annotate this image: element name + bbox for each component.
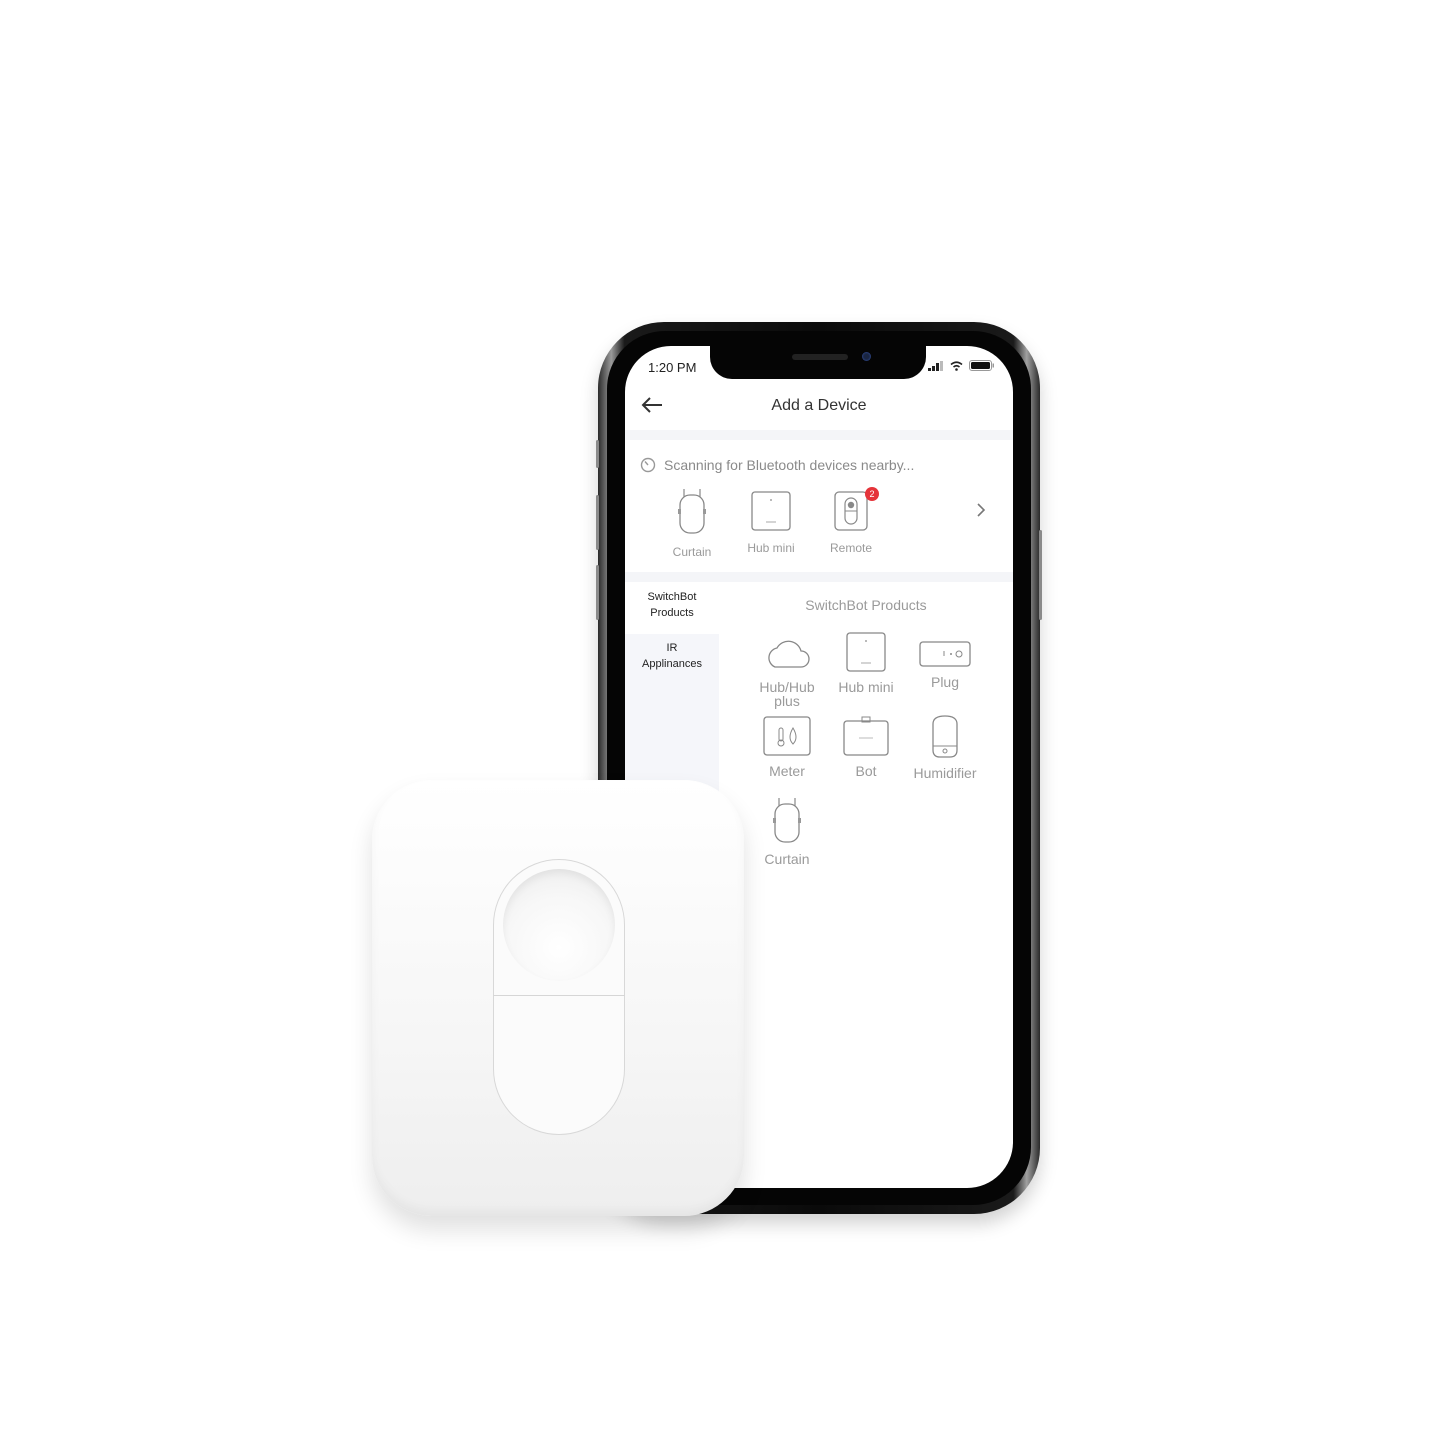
scanned-device-remote[interactable]: Remote 2: [816, 487, 886, 555]
remote-icon: [834, 491, 868, 531]
divider: [625, 572, 1013, 582]
scanned-device-curtain[interactable]: Curtain: [657, 487, 727, 559]
product-meter[interactable]: Meter: [748, 716, 826, 778]
product-label: Hub mini: [838, 679, 894, 695]
product-label: Hub/Hub: [759, 679, 815, 695]
tab-switchbot-products[interactable]: SwitchBot Products: [625, 582, 719, 634]
product-label: Bot: [855, 763, 877, 779]
curtain-icon: [678, 489, 706, 534]
volume-down-button: [596, 565, 599, 620]
signal-icon: [928, 360, 943, 371]
product-hub-plus[interactable]: Hub/Hub plus: [748, 636, 826, 708]
product-label: Meter: [769, 763, 805, 779]
tab-label: Applinances: [642, 658, 702, 670]
device-label: Hub mini: [747, 541, 795, 555]
remote-button-divider: [493, 995, 625, 996]
tab-ir-appliances[interactable]: IR Applinances: [625, 640, 719, 685]
divider: [625, 430, 1013, 440]
power-button: [1039, 530, 1042, 620]
scan-more-button[interactable]: [975, 501, 987, 525]
product-label: Humidifier: [913, 765, 977, 781]
hub-mini-icon: [751, 491, 791, 531]
page-title: Add a Device: [771, 397, 867, 414]
section-title: SwitchBot Products: [805, 597, 927, 613]
humidifier-icon: [932, 715, 958, 758]
scan-text: Scanning for Bluetooth devices nearby...: [664, 457, 915, 473]
device-label: Curtain: [672, 545, 712, 559]
bot-icon: [843, 716, 889, 756]
product-label: Plug: [930, 674, 960, 690]
tab-label: IR: [666, 642, 678, 654]
product-humidifier[interactable]: Humidifier: [906, 714, 984, 780]
tab-label: SwitchBot: [647, 591, 697, 603]
mute-switch: [596, 440, 599, 468]
battery-icon: [969, 360, 994, 371]
product-plug[interactable]: Plug: [906, 641, 984, 689]
product-hub-mini[interactable]: Hub mini: [827, 632, 905, 694]
chevron-right-icon: [977, 503, 986, 517]
loading-icon: [640, 457, 656, 473]
meter-icon: [763, 716, 811, 756]
product-label: plus: [774, 693, 800, 709]
product-bot[interactable]: Bot: [827, 716, 905, 778]
plug-icon: [919, 641, 971, 667]
front-camera: [862, 352, 871, 361]
scan-status: Scanning for Bluetooth devices nearby...: [640, 457, 914, 473]
hub-mini-icon: [846, 632, 886, 672]
product-curtain[interactable]: Curtain: [748, 796, 826, 866]
device-label: Remote: [829, 541, 873, 555]
cloud-icon: [768, 640, 810, 668]
scanned-device-hub-mini[interactable]: Hub mini: [736, 491, 806, 555]
curtain-icon: [773, 798, 801, 843]
volume-up-button: [596, 495, 599, 550]
product-label: Curtain: [764, 851, 810, 867]
status-icons: [928, 360, 995, 371]
status-time: 1:20 PM: [648, 360, 697, 375]
remote-top-button: [503, 869, 615, 981]
notch: [710, 346, 926, 379]
tab-label: Products: [650, 607, 694, 619]
wifi-icon: [950, 360, 963, 371]
speaker: [792, 354, 848, 360]
notification-badge: 2: [865, 487, 879, 501]
